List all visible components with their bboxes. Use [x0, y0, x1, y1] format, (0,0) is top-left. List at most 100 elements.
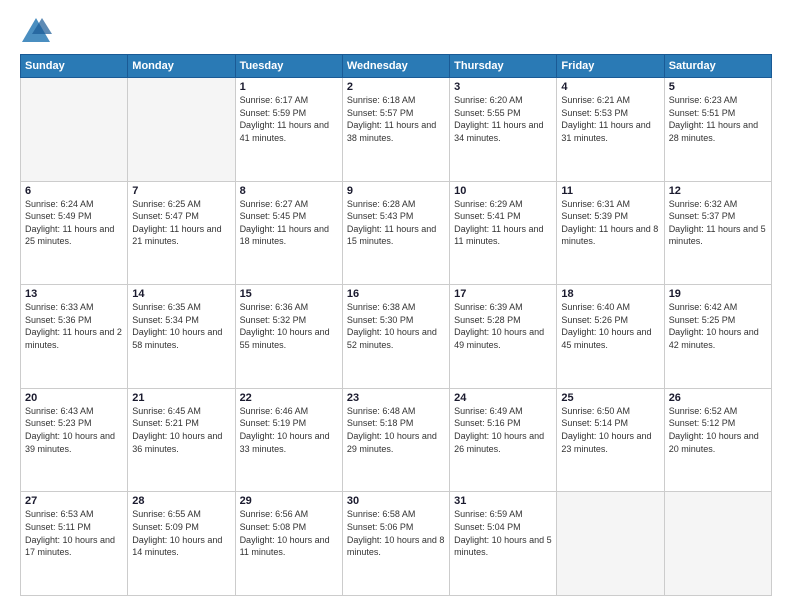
calendar-cell: 12Sunrise: 6:32 AM Sunset: 5:37 PM Dayli… — [664, 181, 771, 285]
weekday-header: Wednesday — [342, 55, 449, 78]
cell-details: Sunrise: 6:38 AM Sunset: 5:30 PM Dayligh… — [347, 301, 445, 351]
day-number: 25 — [561, 392, 659, 404]
cell-details: Sunrise: 6:28 AM Sunset: 5:43 PM Dayligh… — [347, 198, 445, 248]
cell-details: Sunrise: 6:56 AM Sunset: 5:08 PM Dayligh… — [240, 508, 338, 558]
calendar-cell: 20Sunrise: 6:43 AM Sunset: 5:23 PM Dayli… — [21, 388, 128, 492]
cell-details: Sunrise: 6:59 AM Sunset: 5:04 PM Dayligh… — [454, 508, 552, 558]
weekday-header: Monday — [128, 55, 235, 78]
day-number: 22 — [240, 392, 338, 404]
weekday-header: Saturday — [664, 55, 771, 78]
day-number: 8 — [240, 185, 338, 197]
day-number: 26 — [669, 392, 767, 404]
calendar-table: SundayMondayTuesdayWednesdayThursdayFrid… — [20, 54, 772, 596]
cell-details: Sunrise: 6:32 AM Sunset: 5:37 PM Dayligh… — [669, 198, 767, 248]
calendar-cell: 19Sunrise: 6:42 AM Sunset: 5:25 PM Dayli… — [664, 285, 771, 389]
cell-details: Sunrise: 6:25 AM Sunset: 5:47 PM Dayligh… — [132, 198, 230, 248]
cell-details: Sunrise: 6:31 AM Sunset: 5:39 PM Dayligh… — [561, 198, 659, 248]
day-number: 5 — [669, 81, 767, 93]
weekday-header: Tuesday — [235, 55, 342, 78]
header — [20, 16, 772, 44]
calendar-cell: 26Sunrise: 6:52 AM Sunset: 5:12 PM Dayli… — [664, 388, 771, 492]
calendar-cell: 1Sunrise: 6:17 AM Sunset: 5:59 PM Daylig… — [235, 78, 342, 182]
day-number: 28 — [132, 495, 230, 507]
day-number: 15 — [240, 288, 338, 300]
calendar-cell: 17Sunrise: 6:39 AM Sunset: 5:28 PM Dayli… — [450, 285, 557, 389]
calendar-cell: 14Sunrise: 6:35 AM Sunset: 5:34 PM Dayli… — [128, 285, 235, 389]
calendar-cell: 5Sunrise: 6:23 AM Sunset: 5:51 PM Daylig… — [664, 78, 771, 182]
day-number: 18 — [561, 288, 659, 300]
cell-details: Sunrise: 6:23 AM Sunset: 5:51 PM Dayligh… — [669, 94, 767, 144]
day-number: 13 — [25, 288, 123, 300]
calendar-cell — [557, 492, 664, 596]
calendar-cell: 7Sunrise: 6:25 AM Sunset: 5:47 PM Daylig… — [128, 181, 235, 285]
cell-details: Sunrise: 6:18 AM Sunset: 5:57 PM Dayligh… — [347, 94, 445, 144]
calendar-cell: 27Sunrise: 6:53 AM Sunset: 5:11 PM Dayli… — [21, 492, 128, 596]
cell-details: Sunrise: 6:42 AM Sunset: 5:25 PM Dayligh… — [669, 301, 767, 351]
calendar-cell: 22Sunrise: 6:46 AM Sunset: 5:19 PM Dayli… — [235, 388, 342, 492]
cell-details: Sunrise: 6:35 AM Sunset: 5:34 PM Dayligh… — [132, 301, 230, 351]
day-number: 17 — [454, 288, 552, 300]
calendar-week-row: 13Sunrise: 6:33 AM Sunset: 5:36 PM Dayli… — [21, 285, 772, 389]
calendar-cell: 9Sunrise: 6:28 AM Sunset: 5:43 PM Daylig… — [342, 181, 449, 285]
day-number: 24 — [454, 392, 552, 404]
calendar-cell: 29Sunrise: 6:56 AM Sunset: 5:08 PM Dayli… — [235, 492, 342, 596]
day-number: 16 — [347, 288, 445, 300]
cell-details: Sunrise: 6:49 AM Sunset: 5:16 PM Dayligh… — [454, 405, 552, 455]
cell-details: Sunrise: 6:48 AM Sunset: 5:18 PM Dayligh… — [347, 405, 445, 455]
day-number: 23 — [347, 392, 445, 404]
page: SundayMondayTuesdayWednesdayThursdayFrid… — [0, 0, 792, 612]
cell-details: Sunrise: 6:40 AM Sunset: 5:26 PM Dayligh… — [561, 301, 659, 351]
cell-details: Sunrise: 6:52 AM Sunset: 5:12 PM Dayligh… — [669, 405, 767, 455]
cell-details: Sunrise: 6:50 AM Sunset: 5:14 PM Dayligh… — [561, 405, 659, 455]
cell-details: Sunrise: 6:55 AM Sunset: 5:09 PM Dayligh… — [132, 508, 230, 558]
day-number: 1 — [240, 81, 338, 93]
cell-details: Sunrise: 6:21 AM Sunset: 5:53 PM Dayligh… — [561, 94, 659, 144]
calendar-header-row: SundayMondayTuesdayWednesdayThursdayFrid… — [21, 55, 772, 78]
cell-details: Sunrise: 6:36 AM Sunset: 5:32 PM Dayligh… — [240, 301, 338, 351]
cell-details: Sunrise: 6:53 AM Sunset: 5:11 PM Dayligh… — [25, 508, 123, 558]
day-number: 7 — [132, 185, 230, 197]
weekday-header: Sunday — [21, 55, 128, 78]
calendar-cell: 10Sunrise: 6:29 AM Sunset: 5:41 PM Dayli… — [450, 181, 557, 285]
logo — [20, 16, 56, 44]
day-number: 14 — [132, 288, 230, 300]
calendar-cell: 2Sunrise: 6:18 AM Sunset: 5:57 PM Daylig… — [342, 78, 449, 182]
day-number: 31 — [454, 495, 552, 507]
cell-details: Sunrise: 6:43 AM Sunset: 5:23 PM Dayligh… — [25, 405, 123, 455]
calendar-cell: 6Sunrise: 6:24 AM Sunset: 5:49 PM Daylig… — [21, 181, 128, 285]
weekday-header: Friday — [557, 55, 664, 78]
cell-details: Sunrise: 6:45 AM Sunset: 5:21 PM Dayligh… — [132, 405, 230, 455]
cell-details: Sunrise: 6:39 AM Sunset: 5:28 PM Dayligh… — [454, 301, 552, 351]
calendar-cell: 23Sunrise: 6:48 AM Sunset: 5:18 PM Dayli… — [342, 388, 449, 492]
cell-details: Sunrise: 6:33 AM Sunset: 5:36 PM Dayligh… — [25, 301, 123, 351]
cell-details: Sunrise: 6:20 AM Sunset: 5:55 PM Dayligh… — [454, 94, 552, 144]
calendar-cell: 28Sunrise: 6:55 AM Sunset: 5:09 PM Dayli… — [128, 492, 235, 596]
calendar-week-row: 27Sunrise: 6:53 AM Sunset: 5:11 PM Dayli… — [21, 492, 772, 596]
calendar-cell: 18Sunrise: 6:40 AM Sunset: 5:26 PM Dayli… — [557, 285, 664, 389]
calendar-cell: 8Sunrise: 6:27 AM Sunset: 5:45 PM Daylig… — [235, 181, 342, 285]
day-number: 2 — [347, 81, 445, 93]
calendar-cell: 24Sunrise: 6:49 AM Sunset: 5:16 PM Dayli… — [450, 388, 557, 492]
weekday-header: Thursday — [450, 55, 557, 78]
calendar-week-row: 20Sunrise: 6:43 AM Sunset: 5:23 PM Dayli… — [21, 388, 772, 492]
day-number: 6 — [25, 185, 123, 197]
day-number: 3 — [454, 81, 552, 93]
calendar-cell: 13Sunrise: 6:33 AM Sunset: 5:36 PM Dayli… — [21, 285, 128, 389]
calendar-cell: 3Sunrise: 6:20 AM Sunset: 5:55 PM Daylig… — [450, 78, 557, 182]
day-number: 10 — [454, 185, 552, 197]
calendar-cell: 11Sunrise: 6:31 AM Sunset: 5:39 PM Dayli… — [557, 181, 664, 285]
day-number: 9 — [347, 185, 445, 197]
cell-details: Sunrise: 6:24 AM Sunset: 5:49 PM Dayligh… — [25, 198, 123, 248]
calendar-cell: 30Sunrise: 6:58 AM Sunset: 5:06 PM Dayli… — [342, 492, 449, 596]
cell-details: Sunrise: 6:29 AM Sunset: 5:41 PM Dayligh… — [454, 198, 552, 248]
day-number: 4 — [561, 81, 659, 93]
calendar-cell — [21, 78, 128, 182]
cell-details: Sunrise: 6:46 AM Sunset: 5:19 PM Dayligh… — [240, 405, 338, 455]
day-number: 27 — [25, 495, 123, 507]
calendar-cell: 16Sunrise: 6:38 AM Sunset: 5:30 PM Dayli… — [342, 285, 449, 389]
calendar-cell: 15Sunrise: 6:36 AM Sunset: 5:32 PM Dayli… — [235, 285, 342, 389]
calendar-cell: 4Sunrise: 6:21 AM Sunset: 5:53 PM Daylig… — [557, 78, 664, 182]
calendar-cell: 21Sunrise: 6:45 AM Sunset: 5:21 PM Dayli… — [128, 388, 235, 492]
cell-details: Sunrise: 6:58 AM Sunset: 5:06 PM Dayligh… — [347, 508, 445, 558]
logo-icon — [20, 16, 52, 44]
